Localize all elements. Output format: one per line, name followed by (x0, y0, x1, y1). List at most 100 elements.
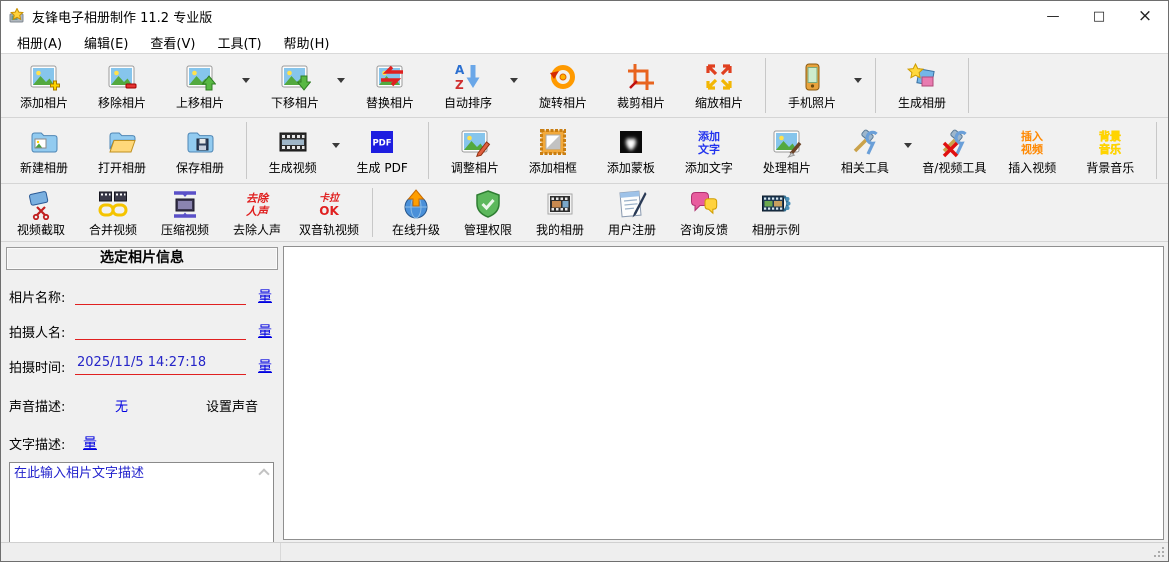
related-tools-dropdown[interactable] (902, 143, 914, 148)
album-examples-button[interactable]: 相册示例 (740, 185, 812, 240)
add-mask-button[interactable]: 添加蒙板 (592, 119, 670, 182)
adjust-photo-icon (459, 126, 491, 158)
rotate-photo-icon (547, 61, 579, 93)
adjust-photo-button[interactable]: 调整相片 (436, 119, 514, 182)
menu-edit[interactable]: 编辑(E) (76, 31, 136, 54)
compress-video-button[interactable]: 压缩视频 (149, 185, 221, 240)
generate-pdf-icon: PDF (366, 126, 398, 158)
move-up-photo-dropdown[interactable] (237, 78, 255, 83)
crop-photo-button[interactable]: 裁剪相片 (602, 55, 680, 116)
generate-video-dropdown[interactable] (330, 143, 342, 148)
toolbar-button-label: 相关工具 (840, 160, 889, 175)
photo-info-panel: 选定相片信息 相片名称: 量 拍摄人名: 量 拍摄时间: 2025/11/5 1… (1, 242, 282, 542)
insert-video-button[interactable]: 插入 视频 插入视频 (993, 119, 1071, 182)
photo-description-textarea[interactable]: 在此输入相片文字描述 (9, 462, 274, 542)
svg-text:OK: OK (319, 204, 339, 218)
generate-album-button[interactable]: 生成相册 (883, 55, 961, 116)
remove-photo-button[interactable]: 移除相片 (83, 55, 161, 116)
toolbar-button-label: 打开相册 (97, 160, 146, 175)
menu-view[interactable]: 查看(V) (142, 31, 203, 54)
move-down-photo-dropdown[interactable] (332, 78, 350, 83)
svg-text:视频: 视频 (1021, 142, 1043, 156)
video-capture-icon (25, 188, 57, 220)
generate-video-button[interactable]: 生成视频 (254, 119, 332, 182)
related-tools-button[interactable]: 相关工具 (826, 119, 904, 182)
new-album-button[interactable]: 新建相册 (5, 119, 83, 182)
replace-photo-icon (374, 61, 406, 93)
maximize-button[interactable]: □ (1076, 1, 1122, 31)
replace-photo-button[interactable]: 替换相片 (351, 55, 429, 116)
phone-photos-button[interactable]: 手机照片 (773, 55, 851, 116)
dual-track-video-button[interactable]: 卡拉 OK 双音轨视频 (293, 185, 365, 240)
rotate-photo-button[interactable]: 旋转相片 (524, 55, 602, 116)
set-sound-button[interactable]: 设置声音 (206, 396, 258, 415)
close-button[interactable]: × (1122, 1, 1168, 31)
shoot-time-batch-link[interactable]: 量 (258, 356, 272, 376)
merge-video-button[interactable]: 合并视频 (77, 185, 149, 240)
save-album-button[interactable]: 保存相册 (161, 119, 239, 182)
menu-album[interactable]: 相册(A) (9, 31, 70, 54)
toolbar-button-label: 去除人声 (232, 222, 281, 237)
window-title: 友锋电子相册制作 11.2 专业版 (32, 10, 213, 26)
toolbar-separator (1156, 122, 1157, 179)
toolbar-button-label: 保存相册 (175, 160, 224, 175)
toolbar-button-label: 调整相片 (450, 160, 499, 175)
background-music-button[interactable]: 背景 音乐 背景音乐 (1071, 119, 1149, 182)
svg-text:插入: 插入 (1021, 129, 1043, 143)
auto-sort-dropdown[interactable] (505, 78, 523, 83)
text-desc-row: 文字描述: 量 (9, 429, 272, 453)
photo-name-batch-link[interactable]: 量 (258, 286, 272, 306)
photo-description-text: 在此输入相片文字描述 (14, 466, 145, 481)
move-up-photo-button[interactable]: 上移相片 (161, 55, 239, 116)
user-register-button[interactable]: 用户注册 (596, 185, 668, 240)
insert-video-icon: 插入 视频 (1016, 126, 1048, 158)
shoot-time-input[interactable]: 2025/11/5 14:27:18 (75, 355, 246, 375)
add-frame-button[interactable]: 添加相框 (514, 119, 592, 182)
new-album-icon (28, 126, 60, 158)
toolbar-separator (372, 188, 373, 237)
shoot-time-row: 拍摄时间: 2025/11/5 14:27:18 量 (9, 352, 272, 376)
toolbar-button-label: 用户注册 (607, 222, 656, 237)
resize-grip[interactable] (1162, 555, 1164, 557)
remove-vocal-icon: 去除 人声 (241, 188, 273, 220)
svg-text:音乐: 音乐 (1099, 142, 1121, 156)
remove-photo-icon (106, 61, 138, 93)
toolbar-button-label: 自动排序 (443, 95, 492, 110)
photo-name-input[interactable] (75, 285, 246, 305)
av-tools-button[interactable]: 音/视频工具 (915, 119, 993, 182)
photographer-input[interactable] (75, 320, 246, 340)
scale-photo-button[interactable]: 缩放相片 (680, 55, 758, 116)
scroll-up-icon[interactable] (258, 468, 270, 480)
open-album-icon (106, 126, 138, 158)
svg-text:文字: 文字 (698, 142, 720, 156)
svg-text:背景: 背景 (1099, 129, 1121, 143)
add-photo-button[interactable]: 添加相片 (5, 55, 83, 116)
text-desc-batch-link[interactable]: 量 (83, 433, 97, 453)
remove-vocal-button[interactable]: 去除 人声 去除人声 (221, 185, 293, 240)
process-photo-button[interactable]: 处理相片 (748, 119, 826, 182)
toolbar-button-label: 我的相册 (535, 222, 584, 237)
menu-tools[interactable]: 工具(T) (209, 31, 269, 54)
menu-help[interactable]: 帮助(H) (276, 31, 338, 54)
manage-permissions-button[interactable]: 管理权限 (452, 185, 524, 240)
add-text-button[interactable]: 添加 文字 添加文字 (670, 119, 748, 182)
statusbar (1, 542, 1168, 561)
compress-video-icon (169, 188, 201, 220)
album-canvas[interactable] (283, 246, 1164, 540)
video-capture-button[interactable]: 视频截取 (5, 185, 77, 240)
toolbar-button-label: 管理权限 (463, 222, 512, 237)
toolbar-button-label: 背景音乐 (1086, 160, 1135, 175)
minimize-button[interactable]: — (1030, 1, 1076, 31)
feedback-button[interactable]: 咨询反馈 (668, 185, 740, 240)
move-down-photo-button[interactable]: 下移相片 (256, 55, 334, 116)
my-albums-button[interactable]: 我的相册 (524, 185, 596, 240)
svg-text:人声: 人声 (246, 205, 270, 218)
toolbar-button-label: 添加文字 (684, 160, 733, 175)
phone-photos-dropdown[interactable] (849, 78, 867, 83)
generate-pdf-button[interactable]: PDF 生成 PDF (343, 119, 421, 182)
open-album-button[interactable]: 打开相册 (83, 119, 161, 182)
photographer-batch-link[interactable]: 量 (258, 321, 272, 341)
auto-sort-button[interactable]: A Z 自动排序 (429, 55, 507, 116)
statusbar-left-pane (1, 543, 281, 561)
online-upgrade-button[interactable]: 在线升级 (380, 185, 452, 240)
